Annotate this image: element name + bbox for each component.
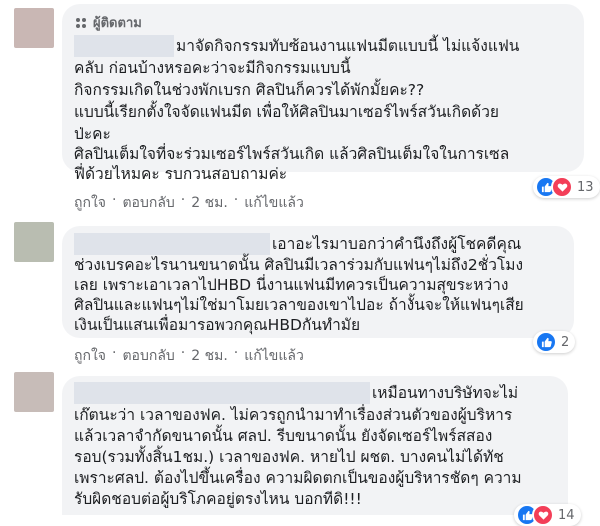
separator-dot: · (180, 192, 186, 208)
separator-dot: · (233, 192, 239, 208)
reply-link[interactable]: ตอบกลับ (122, 192, 174, 214)
comment-line: รอบ(รวมทั้งสิ้น1ชม.) เวลาของฟค. หายไป ผช… (74, 448, 504, 466)
comment-line: ช่วงเบรคอะไรนานขนาดนั้น ศิลปินมีเวลาร่วม… (74, 256, 524, 274)
reaction-summary[interactable]: 13 (533, 176, 600, 198)
reaction-summary[interactable]: 14 (514, 504, 581, 526)
love-icon (551, 176, 573, 198)
commenter-name-redacted[interactable] (74, 35, 174, 57)
separator-dot: · (112, 345, 117, 361)
follower-badge-label: ผู้ติดตาม (93, 16, 142, 31)
like-icon (535, 331, 557, 353)
love-icon (532, 504, 554, 526)
like-link[interactable]: ถูกใจ (74, 345, 106, 367)
separator-dot: · (180, 345, 186, 361)
comment-line: ศิลปินและแฟนๆไม่ใช่มาโมยเวลาของเขาไปอะ ถ… (74, 296, 524, 314)
reaction-summary[interactable]: 2 (533, 331, 576, 353)
reaction-count: 2 (561, 334, 570, 350)
reaction-count: 13 (577, 179, 594, 195)
follower-badge: ผู้ติดตาม (74, 12, 142, 33)
separator-dot: · (233, 345, 239, 361)
comment-line: เก๊ตนะว่า เวลาของฟค. ไม่ควรถูกนำมาทำเรื่… (74, 406, 513, 424)
commenter-name-redacted[interactable] (74, 233, 270, 255)
comment-line: รับผิดชอบต่อผู้บริโภคอยู่ตรงไหน บอกทีดิ!… (74, 490, 362, 508)
comment-line: ฟี่ด้วยไหมคะ รบกวนสอบถามค่ะ (74, 165, 288, 183)
comment-line: กิจกรรมเกิดในช่วงพักเบรก ศิลปินก็ควรได้พ… (74, 81, 425, 99)
comment-line: เงินเป็นแสนเพื่อมารอพวกคุณHBDกันทำมัย (74, 316, 361, 334)
like-link[interactable]: ถูกใจ (74, 192, 106, 214)
comment-line: เหมือนทางบริษัทจะไม่ (372, 384, 519, 402)
comment-line: มาจัดกิจกรรมทับซ้อนงานแฟนมีตแบบนี้ ไม่แจ… (176, 37, 520, 55)
follower-badge-icon (76, 17, 86, 28)
comment-line: ป่ะคะ (74, 125, 111, 143)
separator-dot: · (112, 192, 117, 208)
comment-line: เพราะศลป. ต้องไปขึ้นเครื่อง ความผิดตกเป็… (74, 469, 522, 487)
commenter-name-redacted[interactable] (74, 382, 370, 404)
comment-actions: ถูกใจ · ตอบกลับ · 2 ชม. · แก้ไขแล้ว (74, 345, 304, 367)
reaction-count: 14 (558, 507, 575, 523)
timestamp[interactable]: 2 ชม. (191, 192, 228, 214)
reply-link[interactable]: ตอบกลับ (122, 345, 174, 367)
commenter-avatar[interactable] (14, 372, 54, 412)
commenter-avatar[interactable] (14, 8, 54, 48)
timestamp[interactable]: 2 ชม. (191, 345, 228, 367)
edited-label[interactable]: แก้ไขแล้ว (244, 192, 304, 214)
comment-line: เอาอะไรมาบอกว่าคำนึงถึงผู้โชคดีคุณ (272, 235, 522, 253)
comment-line: แบบนี้เรียกตั้งใจจัดแฟนมีต เพื่อให้ศิลปิ… (74, 103, 500, 121)
comment-line: คลับ ก่อนบ้างหรอคะว่าจะมีกิจกรรมแบบนี้ (74, 59, 351, 77)
comment-line: เลย เพราะเอาเวลาไปHBD นี่งานแฟนมีทควรเป็… (74, 276, 509, 294)
comment-line: แล้วเวลาจำกัดขนาดนั้น ศลป. รีบขนาดนั้น ย… (74, 427, 493, 445)
edited-label[interactable]: แก้ไขแล้ว (244, 345, 304, 367)
comment-actions: ถูกใจ · ตอบกลับ · 2 ชม. · แก้ไขแล้ว (74, 192, 304, 214)
commenter-avatar[interactable] (14, 222, 54, 262)
comment-line: ศิลปินเต็มใจที่จะร่วมเซอร์ไพร์สวันเกิด แ… (74, 145, 510, 163)
